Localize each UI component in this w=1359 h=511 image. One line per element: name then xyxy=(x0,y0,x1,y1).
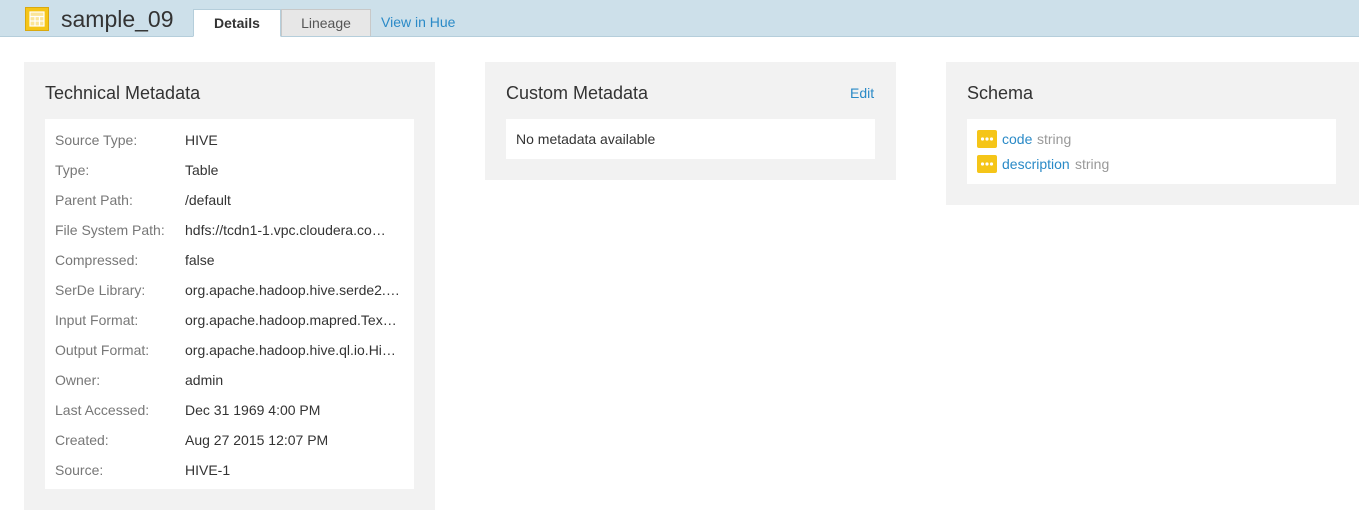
metadata-row: Parent Path: /default xyxy=(45,179,414,209)
metadata-value: Table xyxy=(185,162,219,178)
metadata-value: Dec 31 1969 4:00 PM xyxy=(185,402,321,418)
metadata-row: File System Path: hdfs://tcdn1-1.vpc.clou… xyxy=(45,209,414,239)
metadata-row: Source Type: HIVE xyxy=(45,119,414,149)
technical-metadata-panel: Technical Metadata Source Type: HIVE Type:… xyxy=(24,62,435,510)
metadata-value: /default xyxy=(185,192,231,208)
metadata-value: org.apache.hadoop.mapred.Tex… xyxy=(185,312,397,328)
metadata-label: Compressed: xyxy=(55,252,139,268)
metadata-value: admin xyxy=(185,372,224,388)
metadata-value: org.apache.hadoop.hive.ql.io.Hi… xyxy=(185,342,396,358)
column-icon xyxy=(977,130,997,148)
view-in-hue-link[interactable]: View in Hue xyxy=(381,14,455,30)
metadata-row: SerDe Library: org.apache.hadoop.hive.ser… xyxy=(45,269,414,299)
metadata-label: Parent Path: xyxy=(55,192,133,208)
custom-metadata-box: No metadata available xyxy=(506,119,875,159)
metadata-label: Created: xyxy=(55,432,109,448)
metadata-label: Source: xyxy=(55,462,104,478)
metadata-label: Input Format: xyxy=(55,312,139,328)
metadata-value: HIVE-1 xyxy=(185,462,231,478)
metadata-label: Owner: xyxy=(55,372,101,388)
technical-metadata-title: Technical Metadata xyxy=(45,83,201,103)
metadata-row: Output Format: org.apache.hadoop.hive.ql.… xyxy=(45,329,414,359)
schema-panel: Schema code string description string xyxy=(946,62,1359,205)
custom-metadata-panel: Custom Metadata Edit No metadata availab… xyxy=(485,62,896,180)
metadata-value: org.apache.hadoop.hive.serde2.… xyxy=(185,282,400,298)
metadata-label: File System Path: xyxy=(55,222,165,238)
page-title: sample_09 xyxy=(61,6,174,32)
metadata-label: Source Type: xyxy=(55,132,138,148)
metadata-row: Type: Table xyxy=(45,149,414,179)
metadata-label: Last Accessed: xyxy=(55,402,150,418)
metadata-row: Input Format: org.apache.hadoop.mapred.Te… xyxy=(45,299,414,329)
metadata-row: Source: HIVE-1 xyxy=(45,449,414,479)
metadata-value: HIVE xyxy=(185,132,218,148)
column-icon xyxy=(977,155,997,173)
tab-details[interactable]: Details xyxy=(193,9,281,37)
metadata-label: SerDe Library: xyxy=(55,282,146,298)
header-bar: sample_09 Details Lineage View in Hue xyxy=(0,0,1359,37)
metadata-value: Aug 27 2015 12:07 PM xyxy=(185,432,329,448)
column-name-link[interactable]: description xyxy=(1002,156,1070,172)
metadata-row: Owner: admin xyxy=(45,359,414,389)
metadata-row: Created: Aug 27 2015 12:07 PM xyxy=(45,419,414,449)
metadata-value: false xyxy=(185,252,215,268)
table-icon xyxy=(25,7,49,31)
no-metadata-text: No metadata available xyxy=(516,131,656,147)
column-name-link[interactable]: code xyxy=(1002,131,1032,147)
column-type: string xyxy=(1037,131,1072,147)
schema-title: Schema xyxy=(967,83,1034,103)
metadata-label: Type: xyxy=(55,162,90,178)
metadata-label: Output Format: xyxy=(55,342,150,358)
metadata-row: Last Accessed: Dec 31 1969 4:00 PM xyxy=(45,389,414,419)
metadata-row: Compressed: false xyxy=(45,239,414,269)
custom-metadata-title: Custom Metadata xyxy=(506,83,649,103)
metadata-value: hdfs://tcdn1-1.vpc.cloudera.co… xyxy=(185,222,386,238)
column-type: string xyxy=(1075,156,1110,172)
schema-column-list: code string description string xyxy=(967,119,1336,184)
technical-metadata-list: Source Type: HIVE Type: Table Parent Path: /d… xyxy=(45,119,414,489)
tab-lineage[interactable]: Lineage xyxy=(281,9,371,36)
edit-custom-metadata-link[interactable]: Edit xyxy=(850,85,874,101)
